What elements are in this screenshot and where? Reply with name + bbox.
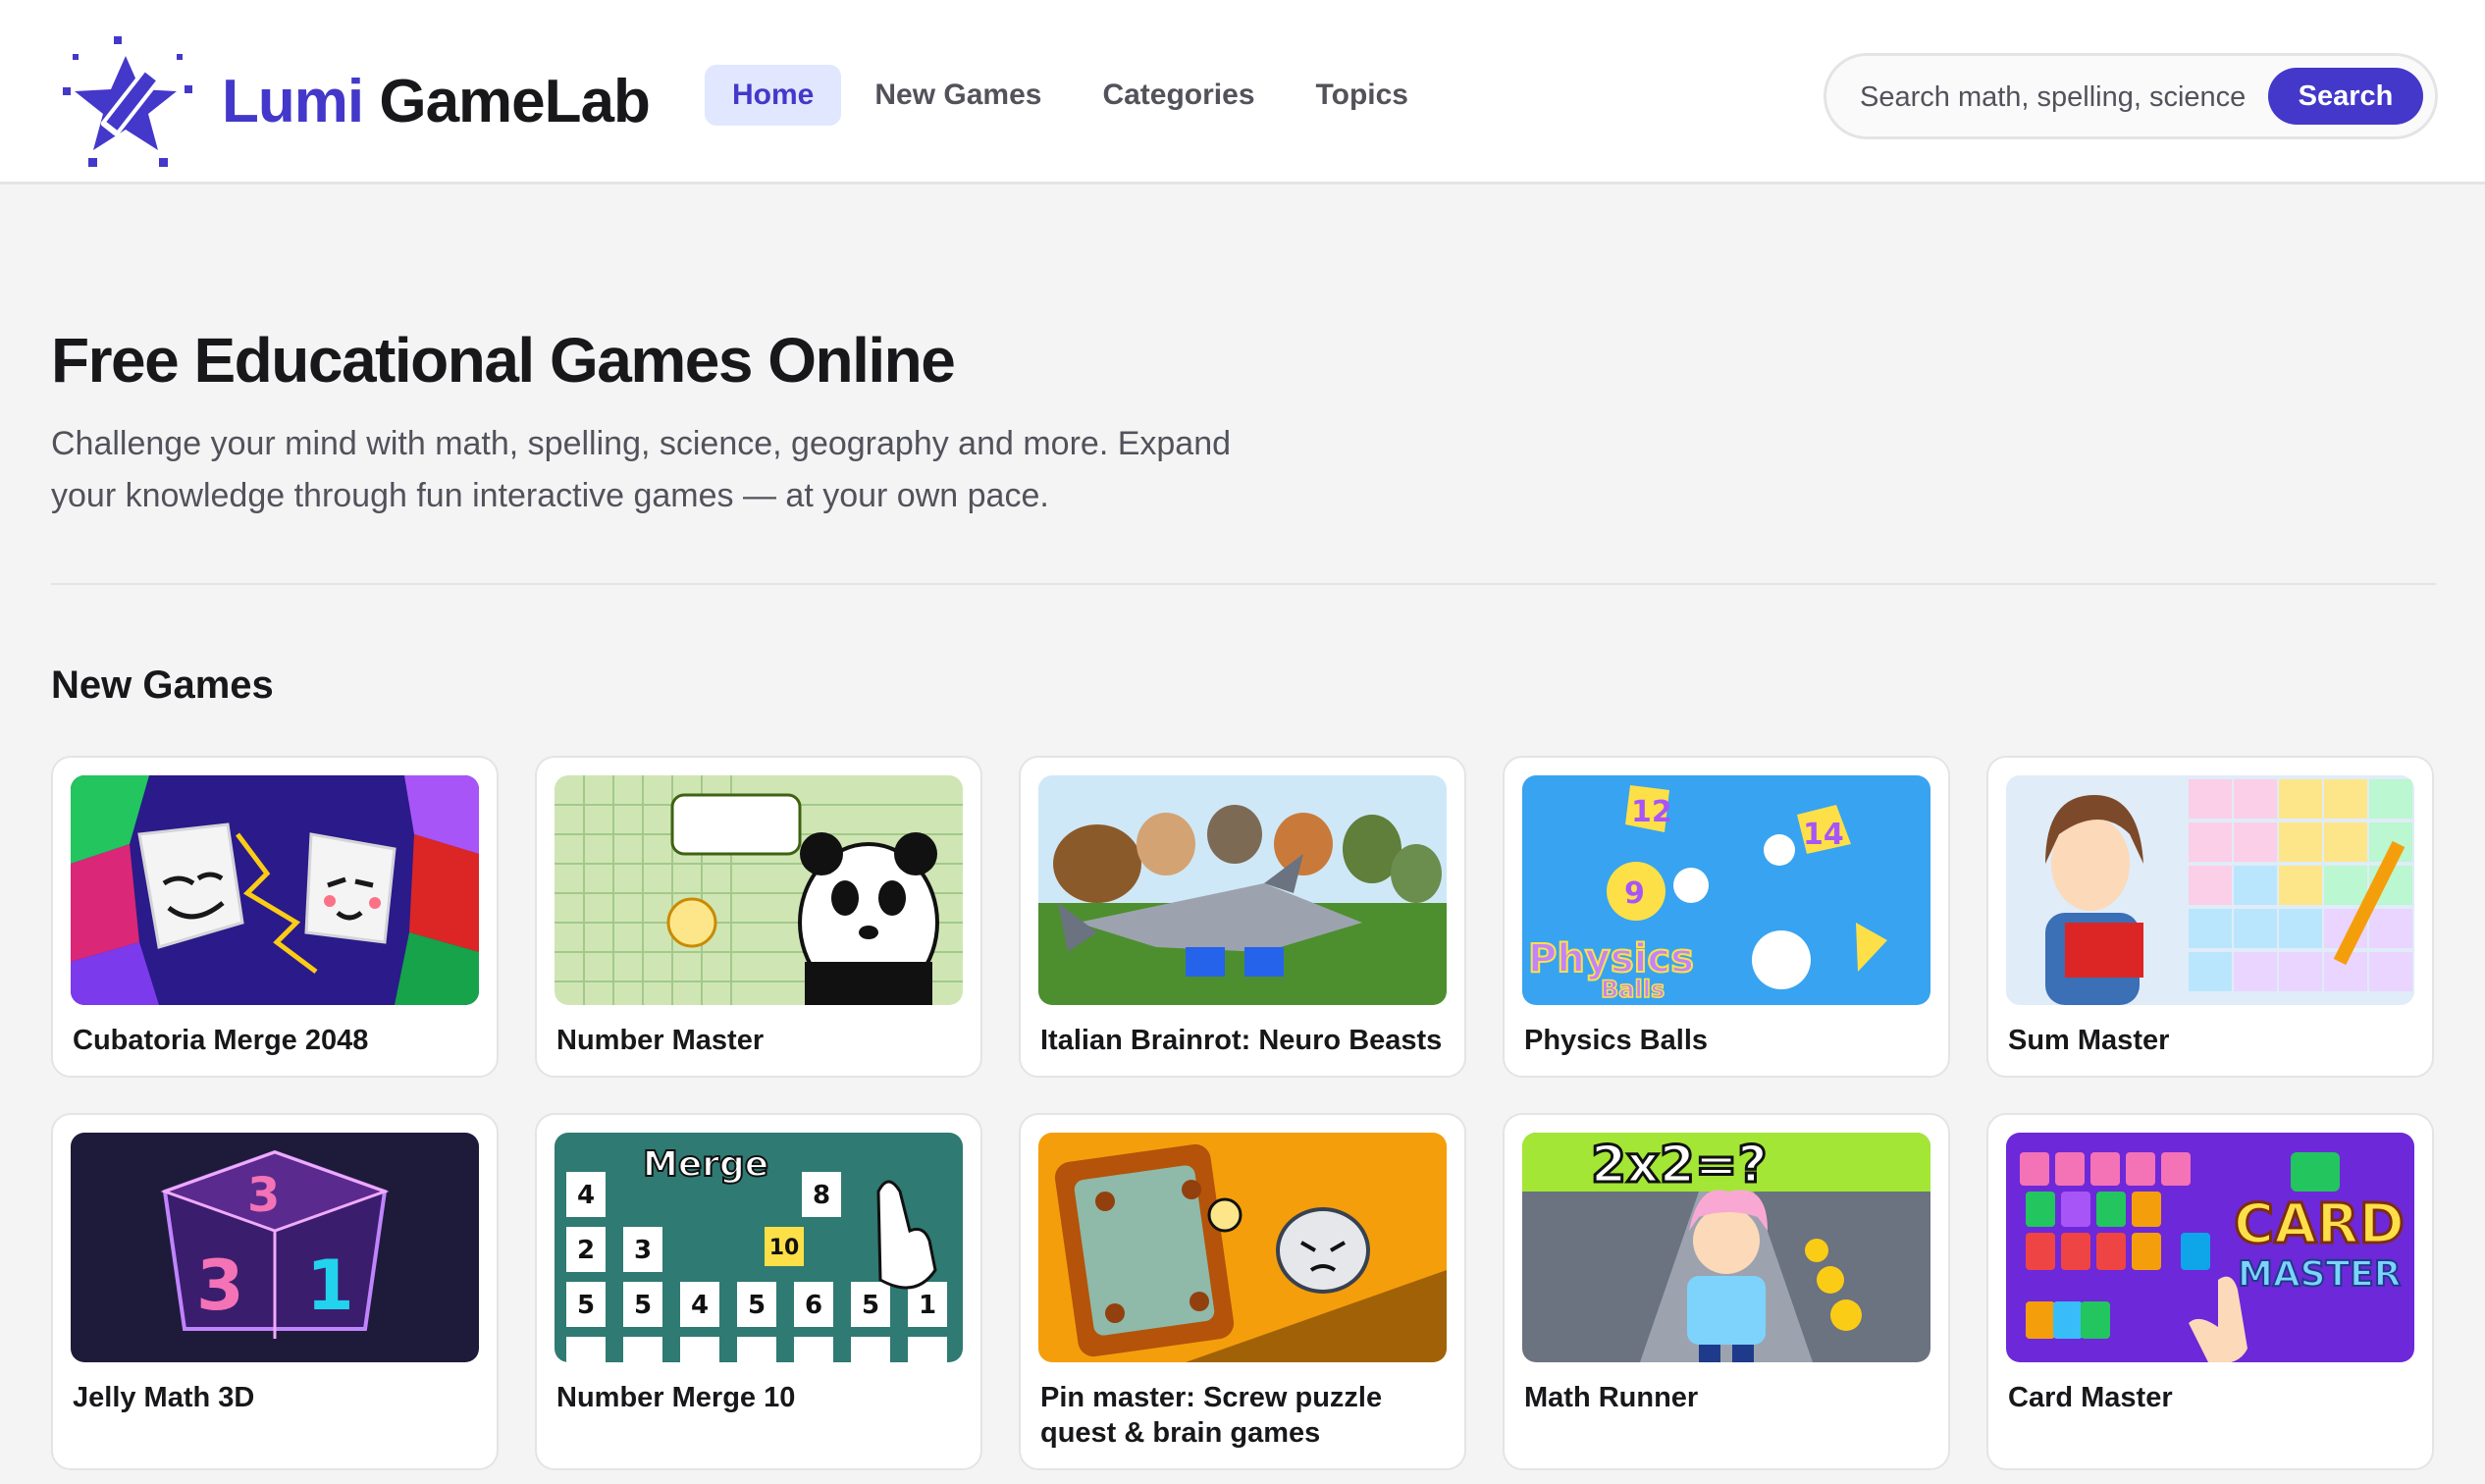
nav-new-games[interactable]: New Games [847, 65, 1069, 126]
nav-categories[interactable]: Categories [1075, 65, 1282, 126]
beasts-thumbnail-art [1038, 775, 1447, 1005]
physics-balls-thumbnail-art: 12 14 9 Physics Balls [1522, 775, 1930, 1005]
svg-text:4: 4 [577, 1181, 595, 1210]
jelly-math-thumbnail-art: 3 3 1 [71, 1133, 479, 1362]
star-pencil-logo-icon [63, 36, 192, 167]
card-master-thumbnail-art: CARD MASTER [2006, 1133, 2414, 1362]
svg-text:5: 5 [634, 1291, 652, 1320]
game-card[interactable]: Italian Brainrot: Neuro Beasts [1019, 756, 1466, 1078]
section-divider [51, 583, 2436, 585]
pin-master-thumbnail-art [1038, 1133, 1447, 1362]
section-heading-new-games: New Games [51, 663, 274, 707]
svg-text:Balls: Balls [1601, 976, 1665, 1003]
game-title: Cubatoria Merge 2048 [73, 1025, 369, 1056]
page-subtitle: Challenge your mind with math, spelling,… [51, 425, 1232, 514]
game-title: Pin master: Screw puzzle quest & brain g… [1040, 1382, 1383, 1449]
search-button[interactable]: Search [2268, 68, 2423, 125]
nav-home[interactable]: Home [705, 65, 842, 126]
svg-text:10: 10 [769, 1236, 800, 1260]
game-card[interactable]: 2x2=? Math Runner [1503, 1113, 1950, 1470]
game-title: Italian Brainrot: Neuro Beasts [1040, 1025, 1443, 1056]
svg-text:5: 5 [577, 1291, 595, 1320]
game-thumbnail [555, 775, 963, 1005]
search-input[interactable] [1860, 74, 2248, 121]
game-thumbnail [1038, 1133, 1447, 1362]
brand-name-part2: GameLab [379, 67, 651, 135]
game-thumbnail: 2x2=? [1522, 1133, 1930, 1362]
math-runner-thumbnail-art: 2x2=? [1522, 1133, 1930, 1362]
svg-text:14: 14 [1803, 818, 1844, 852]
game-thumbnail: CARD MASTER [2006, 1133, 2414, 1362]
svg-text:2x2=?: 2x2=? [1591, 1136, 1768, 1194]
game-card[interactable]: Pin master: Screw puzzle quest & brain g… [1019, 1113, 1466, 1470]
game-card[interactable]: Number Master [535, 756, 982, 1078]
game-card[interactable]: Sum Master [1986, 756, 2434, 1078]
panda-thumbnail-art [555, 775, 963, 1005]
game-card[interactable]: CARD MASTER Card Master [1986, 1113, 2434, 1470]
svg-text:MASTER: MASTER [2238, 1254, 2401, 1295]
brand-name-part1: Lumi [222, 67, 364, 135]
svg-text:Merge: Merge [643, 1144, 768, 1185]
main-nav: Home New Games Categories Topics [705, 65, 1442, 126]
cubes-thumbnail-art [71, 775, 479, 1005]
game-title: Sum Master [2008, 1025, 2170, 1056]
number-merge-thumbnail-art: 4 8 2 3 10 5 5 4 5 6 5 1 Merge [555, 1133, 963, 1362]
game-thumbnail: 3 3 1 [71, 1133, 479, 1362]
svg-text:3: 3 [634, 1236, 652, 1265]
game-card[interactable]: 12 14 9 Physics Balls Physics Balls [1503, 756, 1950, 1078]
game-thumbnail: 12 14 9 Physics Balls [1522, 775, 1930, 1005]
svg-text:8: 8 [813, 1181, 830, 1210]
svg-text:12: 12 [1631, 795, 1672, 829]
game-thumbnail [71, 775, 479, 1005]
svg-text:4: 4 [691, 1291, 709, 1320]
svg-text:9: 9 [1624, 876, 1645, 911]
game-title: Card Master [2008, 1382, 2173, 1413]
svg-text:2: 2 [577, 1236, 595, 1265]
game-thumbnail [2006, 775, 2414, 1005]
top-navigation-bar: Lumi GameLab Home New Games Categories T… [0, 0, 2485, 185]
sum-master-thumbnail-art [2006, 775, 2414, 1005]
game-thumbnail: 4 8 2 3 10 5 5 4 5 6 5 1 Merge [555, 1133, 963, 1362]
svg-text:5: 5 [862, 1291, 879, 1320]
game-thumbnail [1038, 775, 1447, 1005]
game-card[interactable]: 4 8 2 3 10 5 5 4 5 6 5 1 Merge Number Me… [535, 1113, 982, 1470]
site-logo[interactable]: Lumi GameLab [51, 27, 660, 175]
svg-text:1: 1 [919, 1291, 936, 1320]
brand-name: Lumi GameLab [222, 67, 651, 136]
svg-text:6: 6 [805, 1291, 822, 1320]
search-bar: Search [1824, 53, 2438, 139]
game-title: Number Master [556, 1025, 765, 1056]
game-card[interactable]: Cubatoria Merge 2048 [51, 756, 499, 1078]
nav-topics[interactable]: Topics [1289, 65, 1436, 126]
svg-text:CARD: CARD [2234, 1192, 2405, 1256]
svg-text:1: 1 [306, 1246, 354, 1326]
svg-text:3: 3 [247, 1168, 280, 1223]
page-title: Free Educational Games Online [51, 325, 956, 396]
game-title: Physics Balls [1524, 1025, 1708, 1056]
game-card[interactable]: 3 3 1 Jelly Math 3D [51, 1113, 499, 1470]
svg-text:3: 3 [196, 1246, 244, 1326]
svg-text:5: 5 [748, 1291, 766, 1320]
game-title: Jelly Math 3D [73, 1382, 255, 1413]
game-title: Number Merge 10 [556, 1382, 796, 1413]
game-title: Math Runner [1524, 1382, 1699, 1413]
